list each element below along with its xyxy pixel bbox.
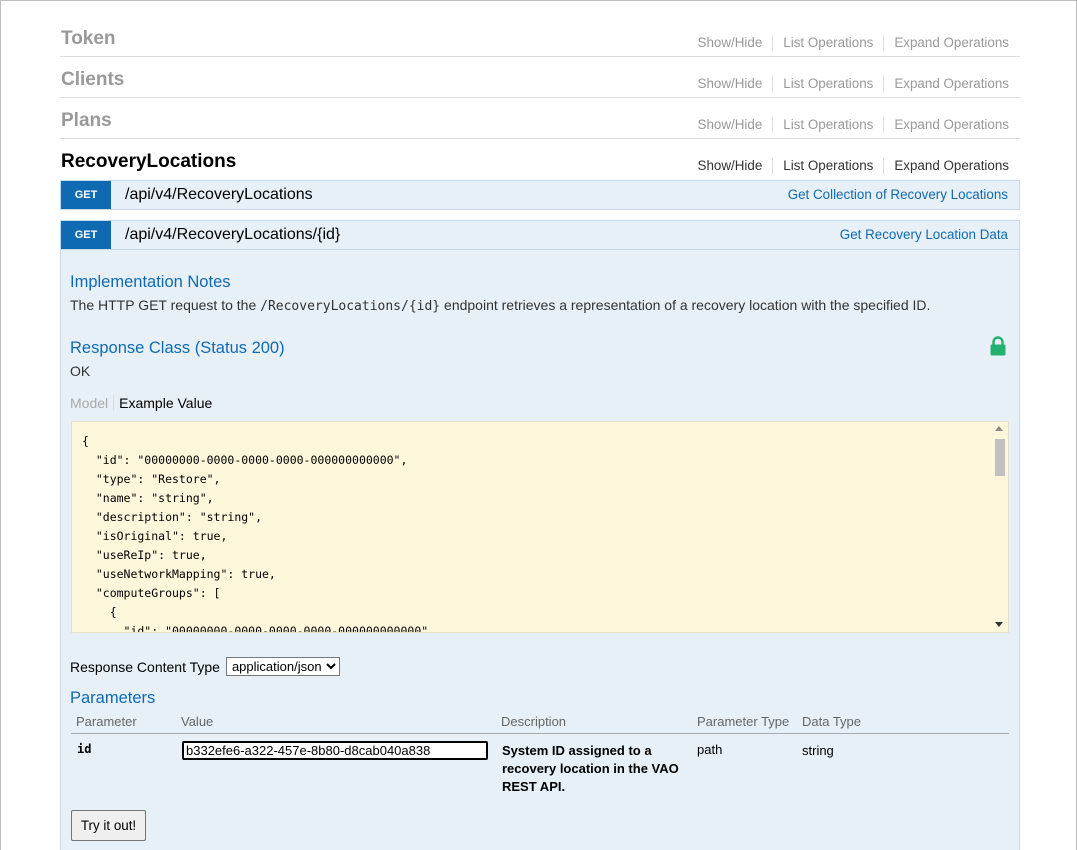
swagger-page: Token Show/Hide List Operations Expand O… [0, 0, 1077, 850]
show-hide-link[interactable]: Show/Hide [698, 35, 773, 51]
table-row: id System ID assigned to a recovery loca… [71, 734, 1009, 794]
parameters-header: Parameter Value Description Parameter Ty… [71, 712, 1009, 734]
response-content-type: Response Content Type application/json [70, 657, 340, 676]
list-operations-link[interactable]: List Operations [772, 76, 883, 92]
resource-header-clients: Clients Show/Hide List Operations Expand… [60, 57, 1020, 98]
column-header: Value [181, 714, 214, 729]
operation-path[interactable]: /api/v4/RecoveryLocations [125, 186, 313, 204]
operation-heading[interactable]: GET /api/v4/RecoveryLocations Get Collec… [61, 181, 1019, 209]
expand-operations-link[interactable]: Expand Operations [883, 117, 1009, 133]
expand-operations-link[interactable]: Expand Operations [883, 158, 1009, 174]
parameter-name: id [77, 742, 92, 756]
operation-summary[interactable]: Get Recovery Location Data [840, 227, 1008, 242]
lock-icon[interactable] [989, 336, 1007, 361]
response-status-text: OK [70, 363, 91, 379]
implementation-notes-text: The HTTP GET request to the /RecoveryLoc… [70, 297, 930, 314]
scroll-thumb[interactable] [995, 439, 1005, 476]
show-hide-link[interactable]: Show/Hide [698, 158, 773, 174]
list-operations-link[interactable]: List Operations [772, 117, 883, 133]
parameters-table: Parameter Value Description Parameter Ty… [71, 712, 1009, 794]
show-hide-link[interactable]: Show/Hide [698, 76, 773, 92]
parameter-description: System ID assigned to a recovery locatio… [502, 743, 679, 794]
example-value-tab[interactable]: Example Value [114, 395, 212, 411]
column-header: Parameter Type [697, 714, 790, 729]
list-operations-link[interactable]: List Operations [772, 158, 883, 174]
operation-summary[interactable]: Get Collection of Recovery Locations [788, 187, 1008, 202]
http-method-badge[interactable]: GET [61, 181, 111, 209]
resource-name[interactable]: RecoveryLocations [61, 151, 236, 173]
operation-path[interactable]: /api/v4/RecoveryLocations/{id} [125, 226, 340, 244]
parameter-type: path [697, 742, 723, 757]
data-type: string [802, 743, 834, 758]
resource-name[interactable]: Clients [61, 69, 124, 91]
column-header: Description [501, 714, 567, 729]
operation-get-collection[interactable]: GET /api/v4/RecoveryLocations Get Collec… [60, 180, 1020, 210]
resource-header-token: Token Show/Hide List Operations Expand O… [60, 16, 1020, 57]
operation-divider [61, 249, 1019, 250]
resource-name[interactable]: Token [61, 28, 116, 50]
parameter-id-input[interactable] [182, 741, 488, 760]
scroll-up-icon[interactable] [995, 426, 1003, 431]
example-value-box[interactable]: { "id": "00000000-0000-0000-0000-0000000… [71, 421, 1009, 633]
list-operations-link[interactable]: List Operations [772, 35, 883, 51]
show-hide-link[interactable]: Show/Hide [698, 117, 773, 133]
resource-actions: Show/Hide List Operations Expand Operati… [698, 117, 1009, 133]
resource-header-recoverylocations: RecoveryLocations Show/Hide List Operati… [60, 139, 1020, 180]
notes-text-before: The HTTP GET request to the [70, 297, 261, 313]
resource-actions: Show/Hide List Operations Expand Operati… [698, 35, 1009, 51]
response-content-type-select[interactable]: application/json [225, 657, 340, 676]
http-method-badge[interactable]: GET [61, 221, 111, 249]
implementation-notes-title: Implementation Notes [70, 273, 231, 291]
resource-header-plans: Plans Show/Hide List Operations Expand O… [60, 98, 1020, 139]
column-header: Data Type [802, 714, 862, 729]
parameters-title: Parameters [70, 689, 156, 707]
model-tab[interactable]: Model [70, 395, 115, 411]
expand-operations-link[interactable]: Expand Operations [883, 35, 1009, 51]
notes-code: /RecoveryLocations/{id} [260, 299, 441, 314]
model-tabs: Model Example Value [70, 395, 212, 411]
notes-text-after: endpoint retrieves a representation of a… [440, 297, 931, 313]
column-header: Parameter [76, 714, 137, 729]
response-content-type-label: Response Content Type [70, 658, 220, 675]
resource-name[interactable]: Plans [61, 110, 112, 132]
response-class-title: Response Class (Status 200) [70, 339, 285, 357]
resource-actions: Show/Hide List Operations Expand Operati… [698, 76, 1009, 92]
example-json: { "id": "00000000-0000-0000-0000-0000000… [82, 434, 436, 633]
expand-operations-link[interactable]: Expand Operations [883, 76, 1009, 92]
try-it-out-button[interactable]: Try it out! [71, 810, 146, 841]
scrollbar[interactable] [991, 422, 1008, 632]
operation-heading[interactable]: GET /api/v4/RecoveryLocations/{id} Get R… [61, 221, 1019, 249]
scroll-down-icon[interactable] [995, 622, 1003, 627]
resource-actions: Show/Hide List Operations Expand Operati… [698, 158, 1009, 174]
